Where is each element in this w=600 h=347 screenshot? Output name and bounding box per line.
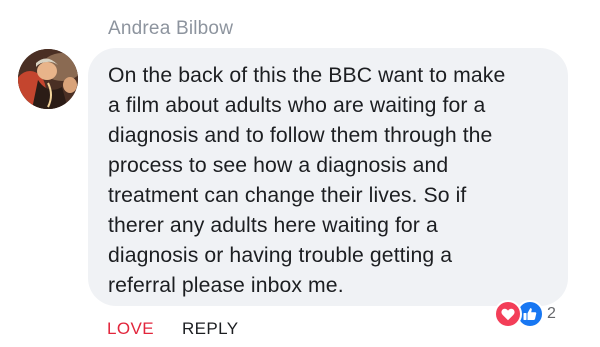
comment-author-name[interactable]: Andrea Bilbow bbox=[108, 18, 233, 40]
comment-actions: LOVE REPLY bbox=[107, 319, 238, 339]
comment-bubble: On the back of this the BBC want to make… bbox=[88, 48, 568, 306]
comment-line: therer any adults here waiting for a bbox=[108, 214, 438, 237]
comment-line: referral please inbox me. bbox=[108, 274, 344, 297]
comment-line: On the back of this the BBC want to make bbox=[108, 64, 506, 87]
reply-button[interactable]: REPLY bbox=[182, 319, 239, 339]
comment-line: treatment can change their lives. So if bbox=[108, 184, 467, 207]
reaction-summary[interactable]: 2 bbox=[494, 300, 556, 328]
comment-line: a film about adults who are waiting for … bbox=[108, 94, 486, 117]
reaction-count: 2 bbox=[547, 305, 556, 322]
avatar-photo bbox=[18, 49, 78, 109]
heart-icon bbox=[494, 300, 522, 328]
comment-line: process to see how a diagnosis and bbox=[108, 154, 449, 177]
love-button[interactable]: LOVE bbox=[107, 319, 154, 339]
author-avatar[interactable] bbox=[18, 49, 78, 109]
comment-line: diagnosis and to follow them through the bbox=[108, 124, 493, 147]
comment-text: On the back of this the BBC want to make… bbox=[108, 61, 552, 301]
comment-line: diagnosis or having trouble getting a bbox=[108, 244, 453, 267]
